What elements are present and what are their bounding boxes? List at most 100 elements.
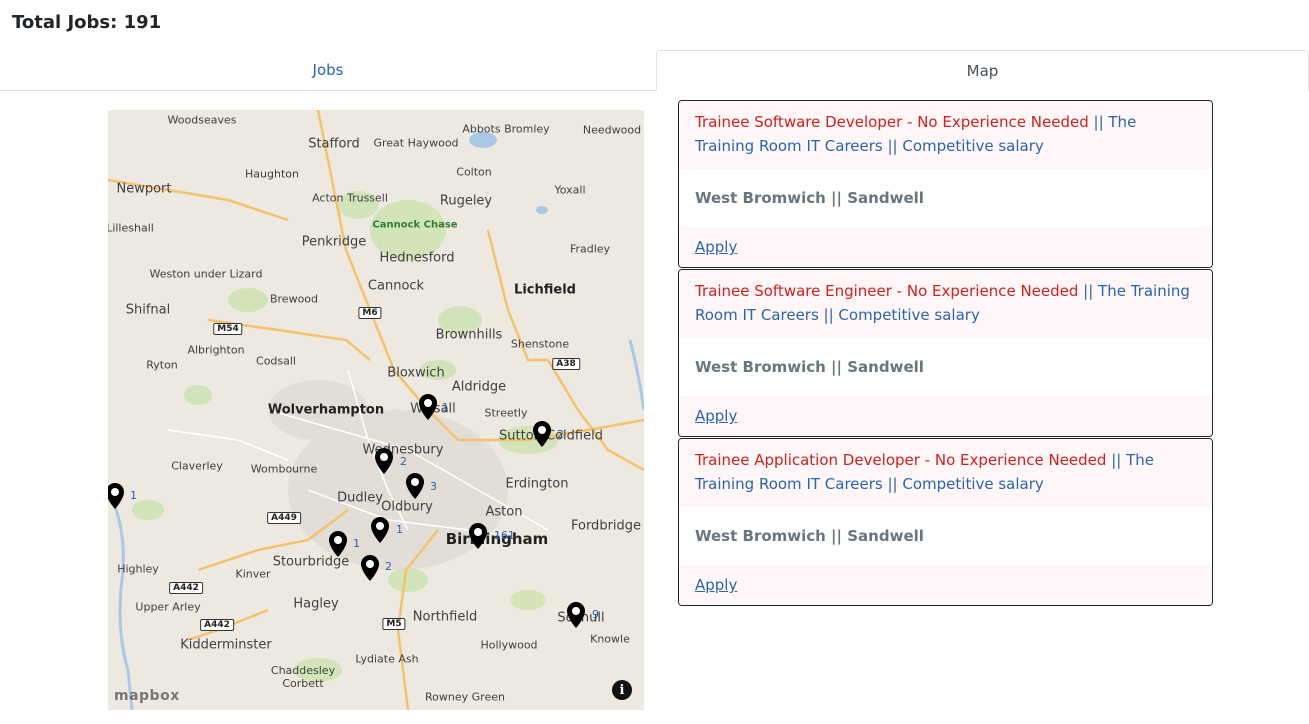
place-label: Claverley bbox=[171, 459, 223, 473]
place-label: Fordbridge bbox=[570, 518, 642, 534]
job-location: West Bromwich || Sandwell bbox=[695, 358, 924, 376]
place-label: Stafford bbox=[308, 136, 360, 152]
job-card: Trainee Application Developer - No Exper… bbox=[678, 438, 1213, 606]
job-title: Trainee Software Engineer - No Experienc… bbox=[695, 282, 1079, 300]
marker-count: 3 bbox=[430, 480, 437, 493]
place-label: Brewood bbox=[269, 292, 319, 306]
place-label: Dudley bbox=[337, 490, 383, 506]
place-label: Wombourne bbox=[250, 462, 318, 476]
place-label: Newport bbox=[116, 181, 172, 197]
marker-count: 1 bbox=[353, 537, 360, 550]
place-label: Streetly bbox=[484, 406, 528, 420]
place-label: Ryton bbox=[146, 358, 178, 372]
place-label: Hagley bbox=[293, 596, 339, 612]
marker-count: 2 bbox=[557, 428, 564, 441]
tab-map[interactable]: Map bbox=[656, 50, 1309, 91]
road-shield: A449 bbox=[267, 512, 301, 524]
place-label: Hollywood bbox=[480, 638, 538, 652]
job-card: Trainee Software Developer - No Experien… bbox=[678, 100, 1213, 268]
place-label: Rugeley bbox=[439, 193, 493, 209]
tab-bar: Jobs Map bbox=[0, 50, 1309, 92]
marker-count: 161 bbox=[494, 529, 515, 542]
road-shield: A442 bbox=[169, 582, 203, 594]
map-marker-pin[interactable] bbox=[419, 394, 437, 420]
place-label: Needwood bbox=[582, 123, 642, 137]
job-card-footer: Apply bbox=[679, 565, 1212, 605]
mapbox-logo-text: mapbox bbox=[114, 688, 180, 704]
marker-count: 1 bbox=[442, 401, 449, 414]
mapbox-logo[interactable]: mapbox bbox=[114, 688, 180, 704]
apply-link[interactable]: Apply bbox=[695, 238, 737, 256]
place-label: Cannock bbox=[367, 278, 425, 294]
place-label: Colton bbox=[456, 165, 492, 179]
place-label: Kidderminster bbox=[180, 637, 272, 653]
marker-count: 1 bbox=[396, 523, 403, 536]
place-label: Haughton bbox=[245, 167, 299, 181]
place-label: Chaddesley Corbett bbox=[270, 664, 336, 690]
place-label: Weston under Lizard bbox=[149, 267, 263, 281]
place-label: Great Haywood bbox=[373, 136, 459, 150]
place-label: Penkridge bbox=[301, 234, 367, 250]
map-marker-pin[interactable] bbox=[406, 473, 424, 499]
place-label: Woodseaves bbox=[167, 113, 237, 127]
apply-link[interactable]: Apply bbox=[695, 576, 737, 594]
road-shield: A442 bbox=[200, 619, 234, 631]
place-label: Sutton Coldfield bbox=[499, 428, 603, 444]
road-shield: M54 bbox=[213, 323, 243, 335]
place-label: Kinver bbox=[235, 567, 271, 581]
road-shield: A38 bbox=[552, 358, 580, 370]
place-label: Fradley bbox=[569, 242, 611, 256]
place-label: Aldridge bbox=[451, 379, 507, 395]
map-marker-pin[interactable] bbox=[533, 421, 551, 447]
place-label: Lilleshall bbox=[108, 221, 154, 235]
place-label: Oldbury bbox=[381, 499, 433, 515]
marker-count: 2 bbox=[385, 560, 392, 573]
place-label: Rowney Green bbox=[425, 690, 505, 704]
jobs-map[interactable]: Woodseaves Stafford Great Haywood Abbots… bbox=[108, 110, 644, 710]
job-title: Trainee Application Developer - No Exper… bbox=[695, 451, 1107, 469]
road-shield: M5 bbox=[382, 618, 406, 630]
place-label: Wolverhampton bbox=[267, 402, 385, 418]
job-card-header: Trainee Application Developer - No Exper… bbox=[679, 439, 1212, 507]
job-card-header: Trainee Software Developer - No Experien… bbox=[679, 101, 1212, 169]
place-label: Acton Trussell bbox=[312, 191, 388, 205]
tab-jobs[interactable]: Jobs bbox=[0, 50, 656, 91]
place-label: Shifnal bbox=[125, 302, 171, 318]
map-marker-pin[interactable] bbox=[329, 531, 347, 557]
place-label: Highley bbox=[117, 562, 159, 576]
place-label: Northfield bbox=[412, 609, 478, 625]
marker-count: 1 bbox=[130, 489, 137, 502]
job-title: Trainee Software Developer - No Experien… bbox=[695, 113, 1089, 131]
map-marker-pin[interactable] bbox=[469, 523, 487, 549]
place-label: Albrighton bbox=[187, 343, 245, 357]
map-marker-pin[interactable] bbox=[108, 483, 124, 509]
place-label: Upper Arley bbox=[135, 600, 201, 614]
apply-link[interactable]: Apply bbox=[695, 407, 737, 425]
place-label: Lichfield bbox=[514, 282, 576, 298]
place-label: Codsall bbox=[256, 354, 296, 368]
job-location: West Bromwich || Sandwell bbox=[695, 189, 924, 207]
map-marker-pin[interactable] bbox=[361, 555, 379, 581]
map-marker-pin[interactable] bbox=[375, 448, 393, 474]
place-label: Lydiate Ash bbox=[355, 652, 419, 666]
total-jobs-heading: Total Jobs: 191 bbox=[12, 12, 162, 33]
job-card-header: Trainee Software Engineer - No Experienc… bbox=[679, 270, 1212, 338]
info-icon[interactable]: i bbox=[612, 680, 632, 700]
place-label: Knowle bbox=[590, 632, 630, 646]
job-location: West Bromwich || Sandwell bbox=[695, 527, 924, 545]
map-marker-pin[interactable] bbox=[371, 517, 389, 543]
map-marker-pin[interactable] bbox=[567, 602, 585, 628]
place-label: Yoxall bbox=[554, 183, 586, 197]
road-shield: M6 bbox=[358, 307, 382, 319]
marker-count: 9 bbox=[592, 608, 599, 621]
place-label: Aston bbox=[485, 504, 523, 520]
place-label: Hednesford bbox=[379, 250, 455, 266]
place-label: Shenstone bbox=[510, 337, 570, 351]
place-label: Abbots Bromley bbox=[462, 122, 550, 136]
job-card-footer: Apply bbox=[679, 227, 1212, 267]
place-label: Bloxwich bbox=[387, 365, 445, 381]
marker-count: 2 bbox=[400, 455, 407, 468]
job-card-footer: Apply bbox=[679, 396, 1212, 436]
place-label: Erdington bbox=[505, 476, 569, 492]
job-card: Trainee Software Engineer - No Experienc… bbox=[678, 269, 1213, 437]
